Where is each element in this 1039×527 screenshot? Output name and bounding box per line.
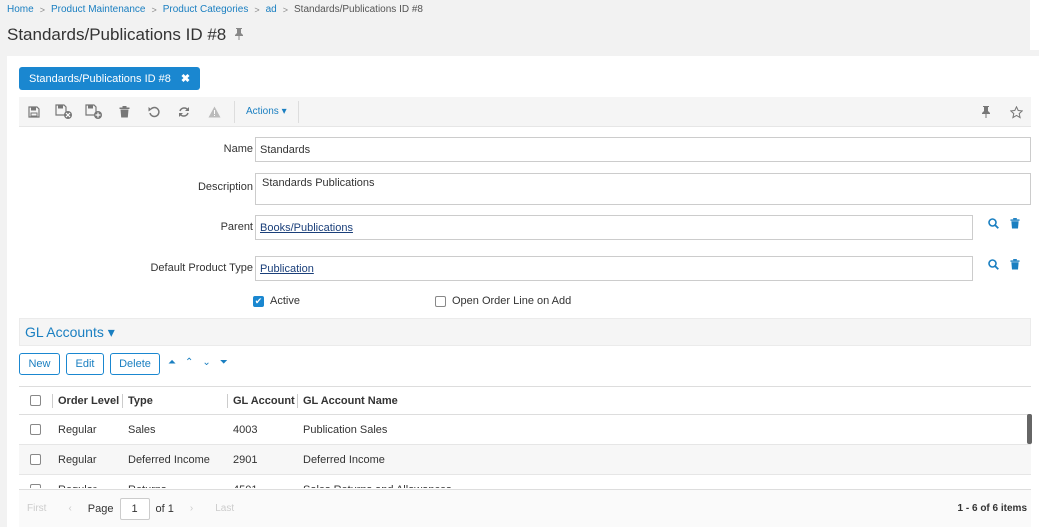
close-icon[interactable]: ✖ <box>181 72 190 85</box>
pin-icon[interactable] <box>234 27 244 43</box>
active-label: Active <box>270 295 300 307</box>
delete-button[interactable]: Delete <box>110 353 160 375</box>
chevron-right-icon: > <box>254 4 260 15</box>
table-row[interactable]: Regular Returns 4501 Sales Returns and A… <box>19 475 1031 488</box>
name-label: Name <box>223 143 253 155</box>
cell-gl-account: 4501 <box>227 475 297 489</box>
cell-order-level: Regular <box>52 475 122 489</box>
edit-button[interactable]: Edit <box>66 353 104 375</box>
default-product-type-label: Default Product Type <box>150 262 253 274</box>
page-of-label: of 1 <box>155 502 174 515</box>
toolbar-divider <box>297 100 299 123</box>
save-and-new-icon[interactable] <box>79 97 109 127</box>
cell-order-level: Regular <box>58 453 97 466</box>
page-title-row: Standards/Publications ID #8 <box>7 25 244 45</box>
column-gl-account[interactable]: GL Account <box>227 387 297 414</box>
row-order-controls: ⏶ ⌃ ⌄ ⏷ <box>168 357 237 368</box>
column-type[interactable]: Type <box>122 387 227 414</box>
breadcrumb-product-categories[interactable]: Product Categories <box>163 4 249 15</box>
default-product-type-field[interactable]: Publication <box>255 256 973 281</box>
move-bottom-icon[interactable]: ⏷ <box>220 357 228 368</box>
search-icon[interactable] <box>988 217 999 232</box>
parent-label: Parent <box>220 221 253 233</box>
row-checkbox[interactable] <box>30 424 41 435</box>
cell-gl-account-name: Sales Returns and Allowances <box>297 475 597 489</box>
column-order-level[interactable]: Order Level <box>52 387 122 414</box>
open-order-line-label: Open Order Line on Add <box>452 295 572 307</box>
gl-accounts-grid: Order Level Type GL Account GL Account N… <box>19 386 1031 488</box>
name-field[interactable]: Standards <box>255 137 1031 162</box>
prev-page-icon[interactable]: ‹ <box>68 503 71 514</box>
chevron-right-icon: > <box>39 4 45 15</box>
cell-type: Sales <box>128 423 156 436</box>
save-icon[interactable] <box>19 97 49 127</box>
pager: First ‹ Page 1 of 1 › Last 1 - 6 of 6 it… <box>19 489 1031 527</box>
breadcrumb-home[interactable]: Home <box>7 4 34 15</box>
cell-gl-account-name: Publication Sales <box>303 423 388 436</box>
gl-accounts-header[interactable]: GL Accounts ▾ <box>19 318 1031 346</box>
move-up-icon[interactable]: ⌃ <box>185 357 193 368</box>
row-checkbox[interactable] <box>30 454 41 465</box>
pin-icon[interactable] <box>971 97 1001 127</box>
tab-document-label: Standards/Publications ID #8 <box>29 72 171 85</box>
first-page-button[interactable]: First <box>27 503 46 514</box>
warning-icon[interactable] <box>199 97 229 127</box>
move-down-icon[interactable]: ⌄ <box>202 357 210 368</box>
description-label: Description <box>197 181 253 193</box>
cell-gl-account-name: Deferred Income <box>303 453 385 466</box>
row-select-cell <box>19 415 52 444</box>
column-gl-account-name[interactable]: GL Account Name <box>297 387 597 414</box>
breadcrumb: Home > Product Maintenance > Product Cat… <box>7 4 423 15</box>
table-row[interactable]: Regular Sales 4003 Publication Sales <box>19 415 1031 445</box>
grid-scrollbar[interactable] <box>1027 414 1032 444</box>
actions-menu-button[interactable]: Actions ▾ <box>240 106 293 117</box>
row-select-cell <box>19 445 52 474</box>
trash-icon[interactable] <box>1010 217 1020 232</box>
last-page-button[interactable]: Last <box>215 503 234 514</box>
toolbar-divider <box>234 100 235 123</box>
page-label: Page <box>87 502 114 515</box>
active-checkbox[interactable]: ✔ <box>253 296 264 307</box>
breadcrumb-ad[interactable]: ad <box>266 4 277 15</box>
page-number-input[interactable]: 1 <box>119 497 150 520</box>
trash-icon[interactable] <box>109 97 139 127</box>
refresh-icon[interactable] <box>169 97 199 127</box>
new-button[interactable]: New <box>19 353 60 375</box>
select-all-cell <box>19 387 52 414</box>
tab-document[interactable]: Standards/Publications ID #8 ✖ <box>19 67 201 90</box>
next-page-icon[interactable]: › <box>190 503 193 514</box>
trash-icon[interactable] <box>1010 258 1020 273</box>
cell-order-level: Regular <box>58 423 97 436</box>
header-edge <box>1030 0 1039 50</box>
breadcrumb-product-maintenance[interactable]: Product Maintenance <box>51 4 146 15</box>
gl-accounts-title: GL Accounts ▾ <box>25 323 115 340</box>
star-icon[interactable] <box>1001 97 1031 127</box>
cell-type: Returns <box>122 475 227 489</box>
cell-gl-account: 2901 <box>233 453 258 466</box>
row-select-cell <box>19 475 52 488</box>
grid-header: Order Level Type GL Account GL Account N… <box>19 387 1031 415</box>
toolbar-right <box>971 97 1031 127</box>
cell-type: Deferred Income <box>128 453 210 466</box>
breadcrumb-current: Standards/Publications ID #8 <box>294 4 423 15</box>
select-all-checkbox[interactable] <box>30 395 41 406</box>
search-icon[interactable] <box>988 258 999 273</box>
description-field[interactable]: Standards Publications <box>255 173 1031 205</box>
table-row[interactable]: Regular Deferred Income 2901 Deferred In… <box>19 445 1031 475</box>
row-checkbox[interactable] <box>30 484 41 488</box>
cell-gl-account: 4003 <box>233 423 258 436</box>
chevron-right-icon: > <box>282 4 288 15</box>
undo-icon[interactable] <box>139 97 169 127</box>
toolbar: Actions ▾ <box>19 97 1031 127</box>
open-order-line-checkbox[interactable] <box>435 296 446 307</box>
items-summary: 1 - 6 of 6 items <box>957 503 1027 514</box>
chevron-right-icon: > <box>151 4 157 15</box>
move-top-icon[interactable]: ⏶ <box>168 357 176 368</box>
save-and-close-icon[interactable] <box>49 97 79 127</box>
page-title: Standards/Publications ID #8 <box>7 25 227 44</box>
parent-field[interactable]: Books/Publications <box>255 215 973 240</box>
